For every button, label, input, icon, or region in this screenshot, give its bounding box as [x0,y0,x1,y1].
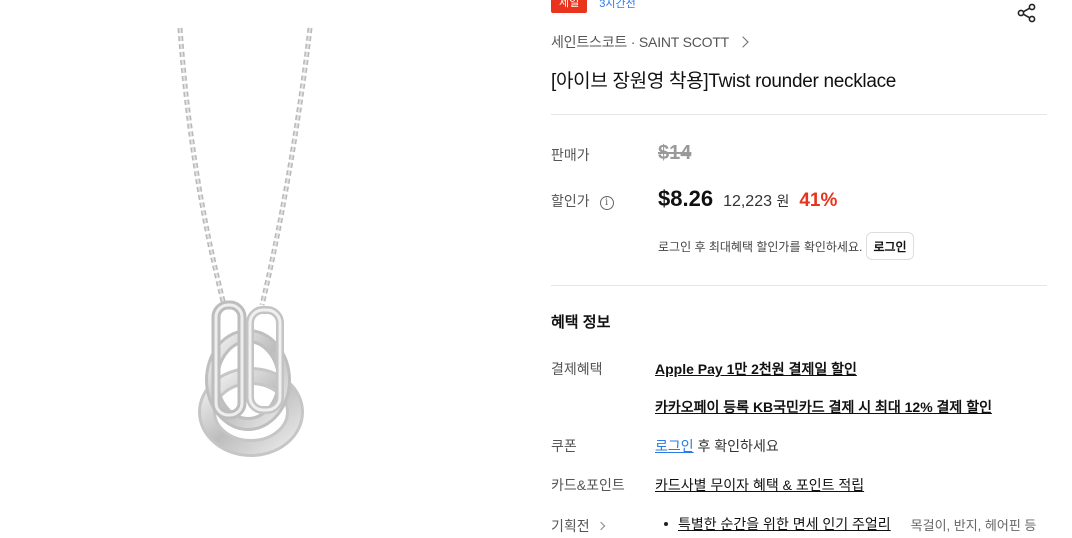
sale-price-row: $8.26 12,223 원 41% [658,186,837,212]
card-point-label: 카드&포인트 [551,477,625,493]
plan-label[interactable]: 기획전 [551,516,605,536]
plan-label-text: 기획전 [551,518,590,534]
sale-price-label-row: 할인가 i [551,191,614,211]
info-icon[interactable]: i [599,196,614,210]
chevron-right-icon [737,36,749,48]
divider [551,285,1047,286]
share-icon[interactable] [1016,3,1038,23]
payment-benefit-2[interactable]: 카카오페이 등록 KB국민카드 결제 시 최대 12% 결제 할인 [655,397,992,417]
krw-price: 12,223 원 [723,191,789,211]
divider [551,114,1047,115]
sale-price: $8.26 [658,186,714,211]
original-price-label: 판매가 [551,147,590,163]
card-point-value[interactable]: 카드사별 무이자 혜택 & 포인트 적립 [655,475,864,495]
payment-benefit-1-text[interactable]: Apple Pay 1만 2천원 결제일 할인 [655,361,857,377]
payment-benefit-2-text[interactable]: 카카오페이 등록 KB국민카드 결제 시 최대 12% 결제 할인 [655,399,992,415]
chevron-right-icon [596,521,605,531]
payment-benefit-label: 결제혜택 [551,361,603,377]
benefits-title: 혜택 정보 [551,314,611,331]
sale-price-label: 할인가 [551,193,590,209]
login-note: 로그인 후 최대혜택 할인가를 확인하세요. [658,240,863,254]
original-price: $14 [658,142,692,164]
badge-row: 세일 3시간전 [551,0,636,13]
brand-name: 세인트스코트 · SAINT SCOTT [551,34,730,50]
plan-tags: 목걸이, 반지, 헤어핀 등 [910,517,1037,533]
krw-unit: 원 [776,193,790,209]
krw-amount: 12,223 [723,193,772,210]
plan-item-link[interactable]: 특별한 순간을 위한 면세 인기 주얼리 [678,514,891,534]
login-button[interactable]: 로그인 [866,232,914,260]
bullet-icon [664,522,668,526]
time-left-label: 3시간전 [599,0,636,10]
coupon-label: 쿠폰 [551,438,577,454]
payment-benefit-1[interactable]: Apple Pay 1만 2천원 결제일 할인 [655,359,857,379]
coupon-rest-text: 후 확인하세요 [693,438,779,454]
product-image [177,27,313,457]
product-title: [아이브 장원영 착용]Twist rounder necklace [551,71,897,92]
coupon-login-link[interactable]: 로그인 [655,438,694,454]
brand-link[interactable]: 세인트스코트 · SAINT SCOTT [551,32,749,52]
sale-badge: 세일 [551,0,588,13]
coupon-value: 로그인 후 확인하세요 [655,436,779,456]
card-point-link[interactable]: 카드사별 무이자 혜택 & 포인트 적립 [655,477,864,493]
discount-percent: 41% [799,190,838,211]
plan-item[interactable]: 특별한 순간을 위한 면세 인기 주얼리 목걸이, 반지, 헤어핀 등 [664,514,1036,534]
